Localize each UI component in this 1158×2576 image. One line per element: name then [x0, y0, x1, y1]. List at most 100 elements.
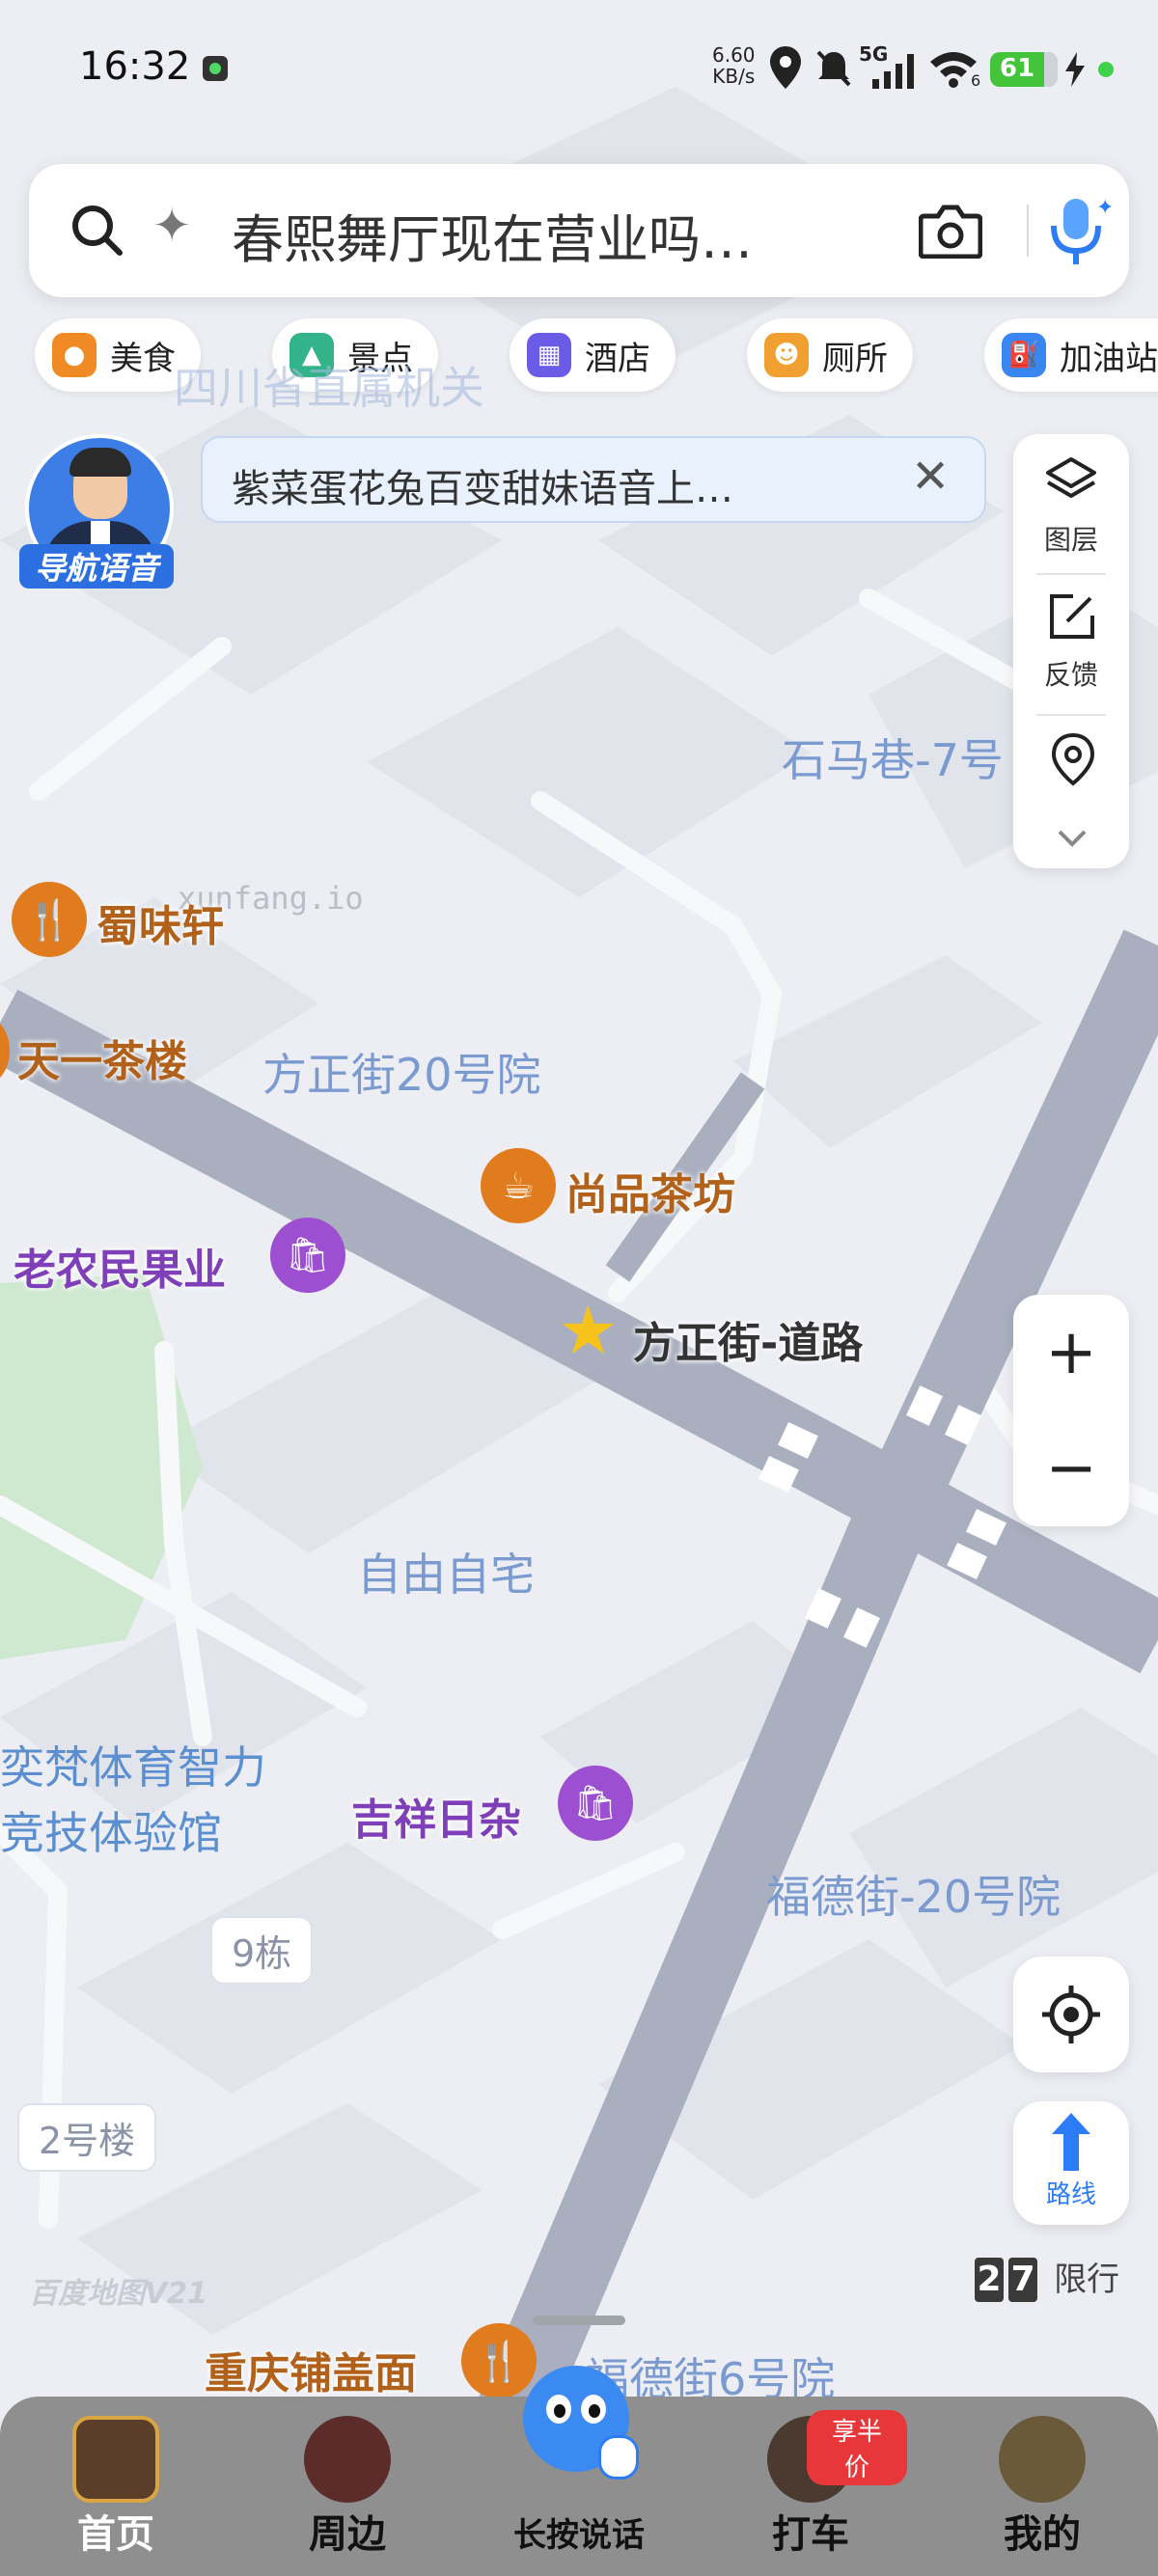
- area-label-shimaxiang: 石马巷-7号: [782, 734, 1004, 786]
- drag-handle[interactable]: [533, 2316, 625, 2325]
- locate-icon: [1042, 1986, 1100, 2043]
- chip-toilet[interactable]: ☻ 厕所: [747, 318, 913, 392]
- layers-icon: [1046, 457, 1096, 498]
- poi-pin-shuweixuan[interactable]: 🍴: [12, 882, 87, 957]
- area-label-fangzheng20: 方正街20号院: [262, 1049, 541, 1101]
- restriction-number: 7: [1008, 2258, 1038, 2302]
- feedback-icon: [1050, 594, 1094, 639]
- chip-toilet-label: 厕所: [822, 339, 888, 378]
- nav-mine[interactable]: 我的: [946, 2397, 1139, 2576]
- baidu-map-mark: 百度地图V21: [29, 2277, 207, 2311]
- poi-label-laonongmin[interactable]: 老农民果业: [14, 1235, 226, 1297]
- layers-button[interactable]: 图层: [1013, 434, 1129, 569]
- status-bar: 16:32 6.60 KB/s 5G 6 61: [0, 0, 1158, 145]
- area-label-yifan-line2: 竞技体验馆: [0, 1807, 222, 1859]
- restriction-number: 2: [975, 2258, 1004, 2302]
- shopping-bag-icon: 🛍: [286, 1236, 330, 1275]
- poi-label-chongqing[interactable]: 重庆铺盖面: [205, 2339, 417, 2400]
- tea-cup-icon: ☕: [501, 1165, 536, 1207]
- search-input[interactable]: 春熙舞厅现在营业吗…: [232, 197, 753, 273]
- zoom-in-button[interactable]: +: [1013, 1295, 1129, 1411]
- chip-gas-station[interactable]: ⛽ 加油站: [984, 318, 1158, 392]
- nav-taxi[interactable]: 享半价 打车: [714, 2397, 907, 2576]
- poi-label-fangzheng-road[interactable]: 方正街-道路: [633, 1308, 863, 1370]
- feedback-label: 反馈: [1043, 659, 1098, 691]
- restaurant-icon: 🍴: [475, 2339, 523, 2384]
- building-label-9: 9栋: [210, 1916, 314, 1985]
- feedback-button[interactable]: 反馈: [1013, 575, 1129, 710]
- battery-icon: 61: [990, 52, 1058, 87]
- location-icon: [770, 46, 801, 89]
- charging-icon: [1065, 52, 1085, 87]
- battery-level: 61: [999, 54, 1035, 83]
- nav-mine-label: 我的: [1004, 2512, 1081, 2557]
- status-dot: [1098, 62, 1114, 77]
- locate-button[interactable]: [1013, 1957, 1129, 2072]
- search-bar[interactable]: ✦ 春熙舞厅现在营业吗… ✦: [29, 164, 1129, 297]
- restriction-label: 限行: [1054, 2261, 1120, 2299]
- area-label-sichuan: 四川省直属机关: [174, 362, 484, 414]
- shopping-bag-icon: 🛍: [573, 1784, 618, 1823]
- hotel-icon: ▦: [527, 333, 571, 377]
- close-icon[interactable]: ✕: [911, 450, 950, 504]
- chip-hotel[interactable]: ▦ 酒店: [510, 318, 676, 392]
- poi-label-shuweixuan[interactable]: 蜀味轩: [96, 891, 224, 953]
- search-divider: [1027, 205, 1029, 257]
- search-icon: [72, 206, 123, 256]
- zoom-out-button[interactable]: −: [1013, 1411, 1129, 1526]
- poi-label-shangpin[interactable]: 尚品茶坊: [565, 1160, 735, 1221]
- zoom-control: + −: [1013, 1295, 1129, 1526]
- chip-gas-station-label: 加油站: [1060, 339, 1158, 378]
- area-label-yifan-line1: 奕梵体育智力: [0, 1741, 266, 1794]
- route-arrow-icon: [1052, 2113, 1090, 2171]
- chevron-down-icon[interactable]: [1056, 828, 1089, 849]
- route-label: 路线: [1045, 2180, 1096, 2209]
- camera-icon[interactable]: [919, 203, 982, 259]
- voice-promo-banner[interactable]: 紫菜蛋花兔百变甜妹语音上… ✕: [201, 436, 986, 523]
- map-tools-panel: 图层 反馈: [1013, 434, 1129, 868]
- net-speed: 6.60 KB/s: [712, 44, 756, 87]
- bottom-nav: 首页 周边 长按说话 享半价 打车 我的: [0, 2366, 1158, 2576]
- nav-home-label: 首页: [77, 2512, 154, 2557]
- gas-station-icon: ⛽: [1002, 333, 1046, 377]
- poi-label-tianyi[interactable]: 天一茶楼: [17, 1027, 187, 1088]
- svg-text:✦: ✦: [1096, 196, 1114, 220]
- nav-voice-label: 导航语音: [19, 544, 174, 589]
- building-label-2: 2号楼: [17, 2103, 157, 2172]
- nearby-avatar-icon: [304, 2416, 391, 2503]
- nav-nearby[interactable]: 周边: [251, 2397, 444, 2576]
- banner-text: 紫菜蛋花兔百变甜妹语音上…: [232, 467, 733, 511]
- nav-nearby-label: 周边: [309, 2512, 386, 2557]
- voice-mic-icon[interactable]: ✦: [1036, 191, 1123, 272]
- poi-pin-jixiang[interactable]: 🛍: [558, 1766, 633, 1841]
- traffic-restriction[interactable]: 2 7 限行: [975, 2258, 1119, 2306]
- chip-hotel-label: 酒店: [585, 339, 650, 378]
- taxi-badge: 享半价: [807, 2410, 907, 2485]
- nav-voice-button[interactable]: 导航语音: [19, 432, 174, 589]
- panel-divider: [1036, 714, 1106, 716]
- nav-taxi-label: 打车: [772, 2512, 849, 2557]
- area-label-ziyou: 自由自宅: [357, 1548, 535, 1601]
- chip-food-label: 美食: [110, 339, 176, 378]
- star-icon[interactable]: ★: [558, 1297, 619, 1364]
- food-icon: ●: [52, 333, 96, 377]
- poi-pin-laonongmin[interactable]: 🛍: [270, 1218, 345, 1293]
- nav-home[interactable]: 首页: [19, 2397, 212, 2576]
- net-speed-value: 6.60: [712, 43, 756, 67]
- poi-pin-chongqing[interactable]: 🍴: [461, 2323, 537, 2398]
- poi-pin-shangpin[interactable]: ☕: [481, 1148, 556, 1223]
- status-time: 16:32: [79, 44, 191, 89]
- voice-mascot-icon: [523, 2366, 639, 2480]
- restaurant-icon: 🍴: [25, 897, 73, 943]
- cellular-signal-icon: [872, 54, 914, 89]
- layers-label: 图层: [1043, 524, 1098, 556]
- nav-voice[interactable]: 长按说话: [482, 2366, 676, 2576]
- route-button[interactable]: 路线: [1013, 2101, 1129, 2225]
- wifi-number: 6: [971, 71, 981, 90]
- area-label-fude20: 福德街-20号院: [766, 1871, 1062, 1923]
- sparkle-icon: ✦: [152, 199, 192, 253]
- poi-label-jixiang[interactable]: 吉祥日杂: [351, 1785, 521, 1847]
- app-notification-icon: [203, 56, 228, 81]
- map-pin-icon[interactable]: [1046, 731, 1100, 789]
- nav-voice-label: 长按说话: [513, 2516, 645, 2555]
